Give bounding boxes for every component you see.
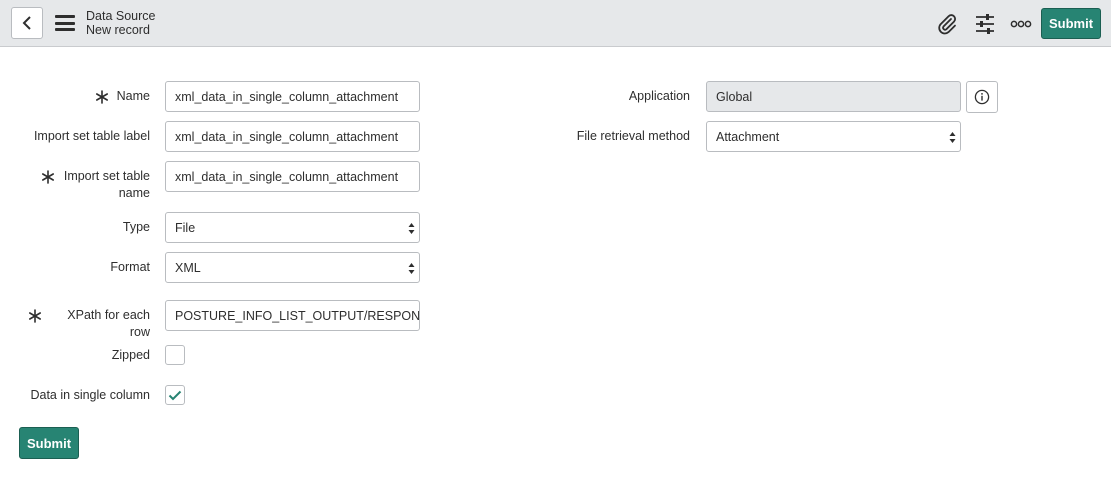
asterisk-icon [28, 309, 41, 323]
format-label: Format [110, 260, 150, 274]
file-retrieval-method-select[interactable]: Attachment [706, 121, 961, 152]
form-title: Data Source [86, 9, 156, 23]
back-button[interactable] [11, 7, 43, 39]
type-select[interactable]: File [165, 212, 420, 243]
xpath-input[interactable]: POSTURE_INFO_LIST_OUTPUT/RESPONSE [165, 300, 420, 331]
more-options-icon [1010, 20, 1032, 28]
submit-button-footer[interactable]: Submit [19, 427, 79, 459]
application-label: Application [628, 89, 690, 103]
file-retrieval-method-label: File retrieval method [576, 129, 690, 143]
application-info-button[interactable] [966, 81, 998, 113]
import-set-table-name-label: Import set table name [55, 168, 150, 202]
checkmark-icon [168, 390, 182, 400]
import-set-table-name-label-line2: name [118, 186, 150, 200]
select-arrows-icon [408, 263, 415, 274]
import-set-table-label-input[interactable]: xml_data_in_single_column_attachment [165, 121, 420, 152]
form-subtitle: New record [86, 23, 150, 37]
name-label: Name [116, 89, 150, 103]
import-set-table-label-label: Import set table label [33, 129, 150, 143]
xpath-label: XPath for each row [67, 308, 150, 339]
application-field: Global [706, 81, 961, 112]
personalize-form-button[interactable] [973, 12, 997, 36]
data-in-single-column-label: Data in single column [30, 388, 150, 402]
file-retrieval-method-select-value: Attachment [716, 129, 780, 144]
data-in-single-column-checkbox[interactable] [165, 385, 185, 405]
type-label: Type [122, 220, 150, 234]
format-select-value: XML [175, 260, 201, 275]
select-arrows-icon [949, 132, 956, 143]
attachment-button[interactable] [935, 12, 959, 36]
name-input[interactable]: xml_data_in_single_column_attachment [165, 81, 420, 112]
paperclip-icon [938, 14, 957, 35]
import-set-table-name-input[interactable]: xml_data_in_single_column_attachment [165, 161, 420, 192]
hamburger-menu-icon[interactable] [55, 15, 75, 31]
sliders-icon [976, 14, 994, 34]
type-select-value: File [175, 220, 196, 235]
zipped-checkbox[interactable] [165, 345, 185, 365]
asterisk-icon [41, 170, 54, 184]
zipped-label: Zipped [111, 348, 150, 362]
form-header: Data Source New record Submit [0, 0, 1111, 47]
header-titles: Data Source New record [86, 9, 155, 37]
import-set-table-name-label-line1: Import set table [63, 169, 150, 183]
more-options-button[interactable] [1009, 12, 1033, 36]
chevron-left-icon [22, 16, 31, 30]
select-arrows-icon [408, 223, 415, 234]
submit-button-header[interactable]: Submit [1041, 8, 1101, 39]
info-icon [974, 89, 990, 105]
format-select[interactable]: XML [165, 252, 420, 283]
